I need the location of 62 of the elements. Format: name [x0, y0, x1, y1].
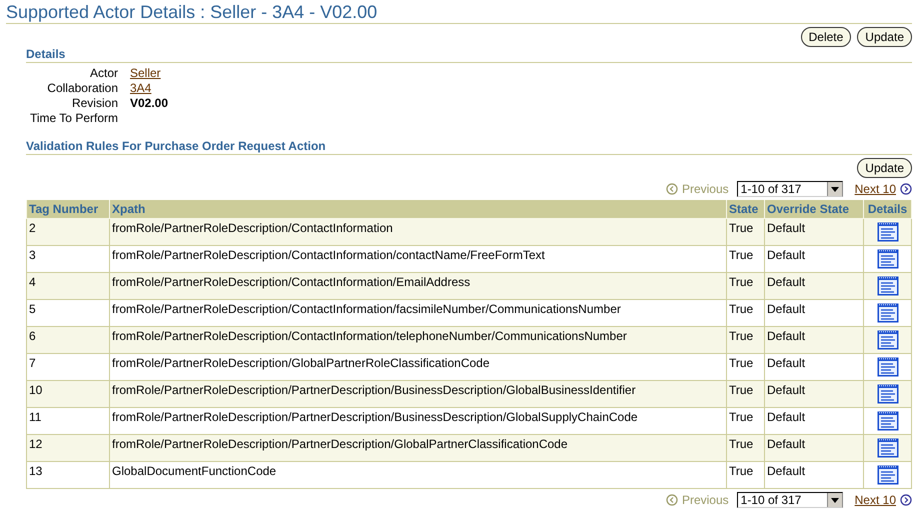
field-label: Revision [70, 96, 118, 110]
table-cell: True [726, 218, 764, 246]
table-cell: True [726, 272, 764, 300]
table-cell: Default [764, 434, 864, 462]
details-icon[interactable] [876, 438, 898, 458]
page-title: Supported Actor Details : Seller - 3A4 - V02.00 [6, 0, 912, 24]
table-cell: 10 [26, 380, 110, 408]
details-icon[interactable] [876, 357, 898, 377]
next-icon[interactable] [900, 494, 912, 506]
table-cell: Default [764, 272, 864, 300]
next-icon[interactable] [900, 183, 912, 195]
table-cell: Default [764, 326, 864, 354]
table-cell: GlobalDocumentFunctionCode [110, 462, 726, 488]
table-cell: True [726, 462, 764, 488]
previous-icon[interactable] [666, 494, 678, 506]
table-cell: Default [764, 462, 864, 488]
section-heading: Validation Rules For Purchase Order Request Action [26, 139, 912, 155]
column-header: Details [864, 200, 912, 218]
action-button[interactable]: Update [857, 27, 912, 47]
details-icon[interactable] [876, 249, 898, 269]
field-value: V02.00 [130, 96, 168, 110]
table-cell: fromRole/PartnerRoleDescription/PartnerDescription/GlobalPartnerClassificationCode [110, 434, 726, 462]
table-cell: 12 [26, 434, 110, 462]
dropdown-caret-icon[interactable] [830, 186, 839, 192]
field-label: Actor [88, 66, 118, 80]
field-link[interactable]: Seller [130, 66, 168, 80]
table-cell: 13 [26, 462, 110, 488]
column-header: Tag Number [26, 200, 110, 218]
column-header: State [726, 200, 764, 218]
details-icon[interactable] [876, 384, 898, 404]
table-cell: True [726, 434, 764, 462]
table-cell: fromRole/PartnerRoleDescription/ContactInformation/telephoneNumber/CommunicationsNumber [110, 326, 726, 354]
table-cell: 4 [26, 272, 110, 300]
previous-icon[interactable] [666, 183, 678, 195]
table-cell: True [726, 326, 764, 354]
table-cell: 2 [26, 218, 110, 246]
details-icon[interactable] [876, 330, 898, 350]
field-label: Collaboration [46, 81, 118, 95]
table-cell: True [726, 380, 764, 408]
section-heading: Details [26, 47, 912, 63]
details-icon[interactable] [876, 411, 898, 431]
table-cell: fromRole/PartnerRoleDescription/ContactInformation/EmailAddress [110, 272, 726, 300]
column-header: Override State [764, 200, 864, 218]
details-icon[interactable] [876, 465, 898, 485]
next-link[interactable]: Next 10 [854, 493, 896, 507]
dropdown-caret-icon[interactable] [830, 498, 839, 502]
field-label: Time To Perform [28, 111, 118, 125]
table-cell: Default [764, 218, 864, 246]
details-icon[interactable] [876, 222, 898, 242]
update-button[interactable]: Update [857, 158, 912, 178]
table-cell: fromRole/PartnerRoleDescription/PartnerDescription/BusinessDescription/GlobalBusinessIdentifier [110, 380, 726, 408]
details-icon[interactable] [876, 276, 898, 296]
range-select[interactable]: 1-10 of 317 [736, 492, 843, 508]
details-icon[interactable] [876, 303, 898, 323]
field-link[interactable]: 3A4 [130, 81, 168, 95]
next-link[interactable]: Next 10 [854, 182, 896, 196]
action-button[interactable]: Delete [800, 27, 852, 47]
column-header: Xpath [110, 200, 726, 218]
table-cell: 6 [26, 326, 110, 354]
table-cell: Default [764, 380, 864, 408]
range-select[interactable]: 1-10 of 317 [736, 181, 843, 197]
table-cell: fromRole/PartnerRoleDescription/ContactInformation [110, 218, 726, 246]
